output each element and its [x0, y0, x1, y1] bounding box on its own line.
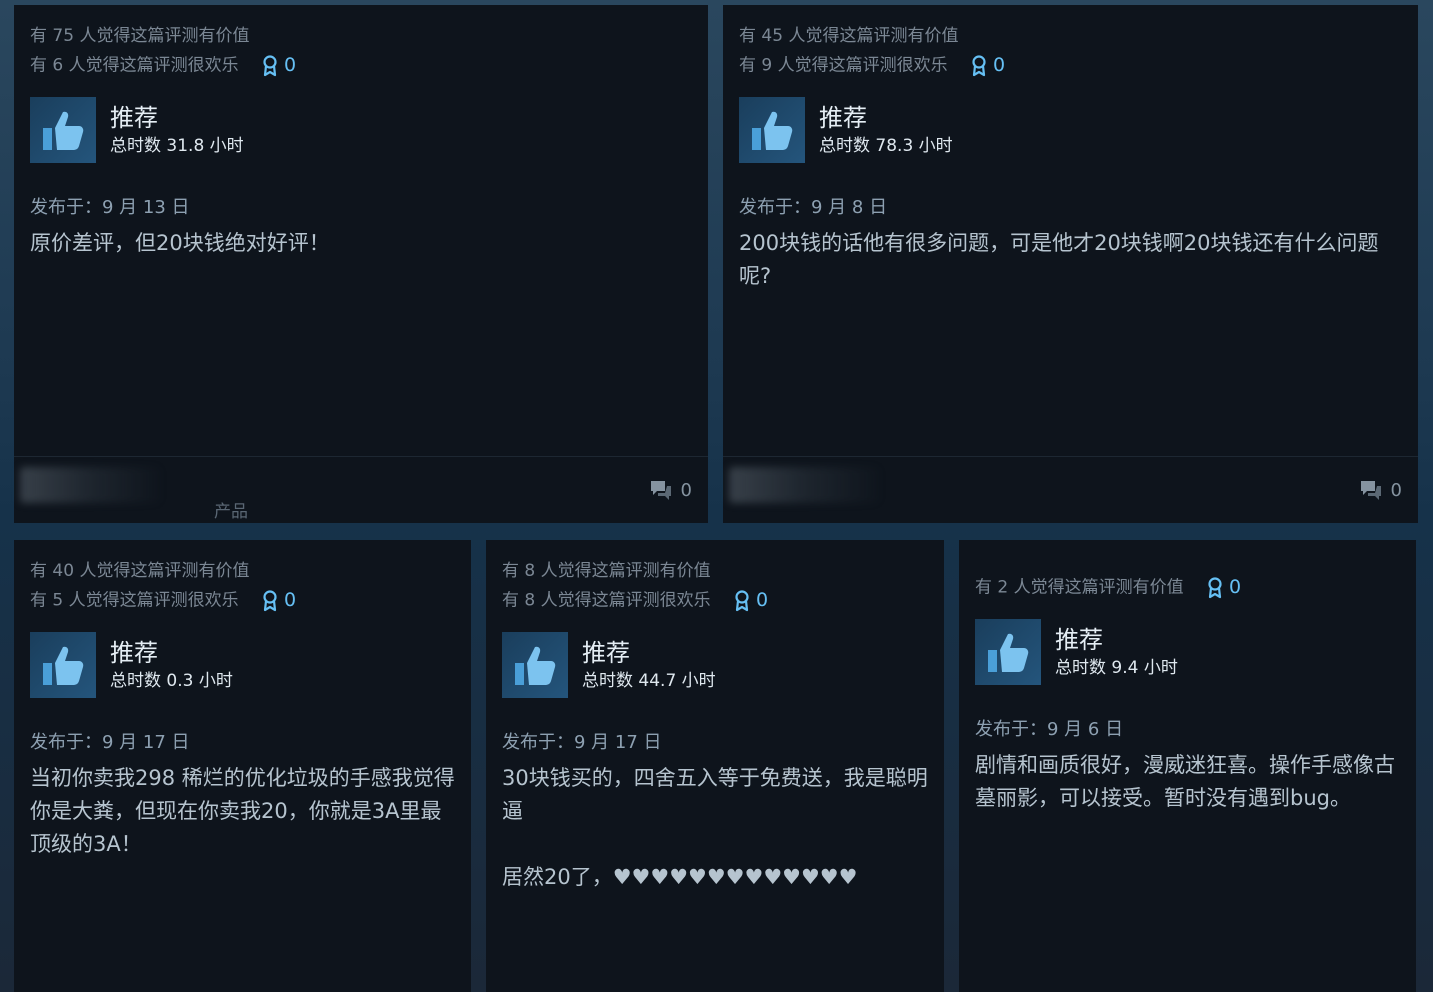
comment-icon — [650, 481, 671, 500]
comment-count: 0 — [680, 479, 692, 501]
award-badge[interactable]: 0 — [262, 586, 296, 615]
review-footer: 产品 0 — [14, 456, 708, 523]
review-text: 30块钱买的，四舍五入等于免费送，我是聪明逼 居然20了，♥♥♥♥♥♥♥♥♥♥♥… — [502, 766, 928, 889]
award-count: 0 — [1229, 576, 1242, 598]
funny-count: 有 6 人觉得这篇评测很欢乐 — [30, 55, 239, 76]
vote-block[interactable]: 推荐 总时数 9.4 小时 — [975, 619, 1400, 685]
posted-date: 发布于：9 月 6 日 — [975, 719, 1124, 740]
helpful-count: 有 40 人觉得这篇评测有价值 — [30, 561, 250, 581]
comment-icon — [1360, 481, 1381, 500]
thumbs-up-icon — [30, 97, 96, 163]
review-text: 剧情和画质很好，漫威迷狂喜。操作手感像古墓丽影，可以接受。暂时没有遇到bug。 — [975, 753, 1395, 810]
posted-date: 发布于：9 月 17 日 — [30, 732, 190, 753]
review-card: 有 40 人觉得这篇评测有价值 有 5 人觉得这篇评测很欢乐 0 推荐 总时数 … — [14, 540, 471, 992]
funny-count: 有 5 人觉得这篇评测很欢乐 — [30, 590, 239, 611]
award-count: 0 — [284, 54, 297, 76]
award-badge[interactable]: 0 — [262, 51, 296, 80]
posted-date: 发布于：9 月 13 日 — [30, 197, 190, 218]
thumbs-up-icon — [30, 632, 96, 698]
recommend-label: 推荐 — [819, 104, 867, 132]
award-ribbon-icon — [735, 589, 749, 611]
author-avatar-blurred[interactable] — [20, 467, 160, 503]
review-text: 原价差评，但20块钱绝对好评！ — [30, 231, 330, 255]
funny-line: 有 9 人觉得这篇评测很欢乐 0 — [739, 51, 1402, 80]
author-info-blurred: 产品 — [214, 502, 248, 522]
vote-block[interactable]: 推荐 总时数 78.3 小时 — [739, 97, 1402, 163]
award-badge[interactable]: 0 — [734, 586, 768, 615]
hours-played: 总时数 44.7 小时 — [582, 671, 716, 691]
award-ribbon-icon — [972, 54, 986, 76]
recommend-label: 推荐 — [582, 639, 630, 667]
award-count: 0 — [993, 54, 1006, 76]
review-footer: 0 — [723, 456, 1418, 523]
award-ribbon-icon — [1208, 576, 1222, 598]
recommend-label: 推荐 — [110, 639, 158, 667]
funny-line: 有 8 人觉得这篇评测很欢乐 0 — [502, 586, 928, 615]
award-badge[interactable]: 0 — [971, 51, 1005, 80]
review-text: 200块钱的话他有很多问题，可是他才20块钱啊20块钱还有什么问题呢? — [739, 231, 1379, 288]
helpful-count: 有 8 人觉得这篇评测有价值 — [502, 561, 711, 581]
vote-block[interactable]: 推荐 总时数 44.7 小时 — [502, 632, 928, 698]
comment-count-button[interactable]: 0 — [1359, 479, 1402, 501]
thumbs-up-icon — [975, 619, 1041, 685]
recommend-label: 推荐 — [1055, 626, 1103, 654]
posted-date: 发布于：9 月 8 日 — [739, 197, 888, 218]
funny-line: 有 5 人觉得这篇评测很欢乐 0 — [30, 586, 455, 615]
vote-block[interactable]: 推荐 总时数 31.8 小时 — [30, 97, 692, 163]
hours-played: 总时数 78.3 小时 — [819, 136, 953, 156]
thumbs-up-icon — [502, 632, 568, 698]
posted-date: 发布于：9 月 17 日 — [502, 732, 662, 753]
award-ribbon-icon — [263, 589, 277, 611]
award-count: 0 — [756, 589, 769, 611]
funny-count: 有 8 人觉得这篇评测很欢乐 — [502, 590, 711, 611]
helpful-count: 有 75 人觉得这篇评测有价值 — [30, 26, 250, 46]
award-ribbon-icon — [263, 54, 277, 76]
vote-block[interactable]: 推荐 总时数 0.3 小时 — [30, 632, 455, 698]
comment-count-button[interactable]: 0 — [649, 479, 692, 501]
review-card: 有 2 人觉得这篇评测有价值 0 推荐 总时数 9.4 小时 发布于：9 月 6… — [959, 540, 1416, 992]
award-count: 0 — [284, 589, 297, 611]
helpful-count: 有 45 人觉得这篇评测有价值 — [739, 26, 959, 46]
review-text: 当初你卖我298 稀烂的优化垃圾的手感我觉得你是大粪，但现在你卖我20，你就是3… — [30, 766, 455, 856]
funny-count: 有 9 人觉得这篇评测很欢乐 — [739, 55, 948, 76]
review-card: 有 8 人觉得这篇评测有价值 有 8 人觉得这篇评测很欢乐 0 推荐 总时数 4… — [486, 540, 944, 992]
helpful-count: 有 2 人觉得这篇评测有价值 — [975, 577, 1184, 598]
author-avatar-blurred[interactable] — [729, 467, 879, 503]
hours-played: 总时数 9.4 小时 — [1055, 658, 1178, 678]
funny-line: 有 6 人觉得这篇评测很欢乐 0 — [30, 51, 692, 80]
review-card: 有 45 人觉得这篇评测有价值 有 9 人觉得这篇评测很欢乐 0 推荐 总时数 … — [723, 5, 1418, 523]
award-badge[interactable]: 0 — [1207, 573, 1241, 602]
thumbs-up-icon — [739, 97, 805, 163]
review-card: 有 75 人觉得这篇评测有价值 有 6 人觉得这篇评测很欢乐 0 推荐 总时数 … — [14, 5, 708, 523]
helpful-line: 有 2 人觉得这篇评测有价值 0 — [975, 573, 1400, 602]
hours-played: 总时数 31.8 小时 — [110, 136, 244, 156]
comment-count: 0 — [1390, 479, 1402, 501]
hours-played: 总时数 0.3 小时 — [110, 671, 233, 691]
recommend-label: 推荐 — [110, 104, 158, 132]
